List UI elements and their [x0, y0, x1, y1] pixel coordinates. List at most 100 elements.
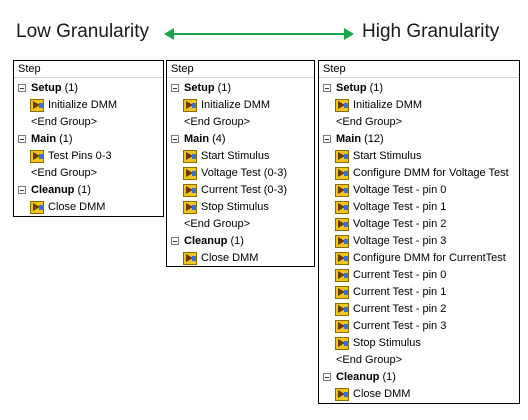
group-row-setup[interactable]: Setup (1): [14, 80, 163, 97]
end-group-row[interactable]: <End Group>: [319, 114, 519, 131]
step-row[interactable]: Test Pins 0-3: [14, 148, 163, 165]
step-label: Close DMM: [48, 201, 106, 213]
step-row[interactable]: Start Stimulus: [167, 148, 314, 165]
action-step-icon: [183, 252, 197, 265]
step-label: Current Test - pin 1: [353, 286, 447, 298]
action-step-icon: [183, 167, 197, 180]
end-group-label: <End Group>: [336, 116, 403, 128]
step-row[interactable]: Voltage Test (0-3): [167, 165, 314, 182]
step-label: Close DMM: [201, 252, 259, 264]
step-column-header[interactable]: Step: [167, 61, 314, 78]
group-count: (4): [212, 133, 226, 145]
end-group-row[interactable]: <End Group>: [14, 165, 163, 182]
step-row[interactable]: Voltage Test - pin 1: [319, 199, 519, 216]
collapse-toggle-icon[interactable]: [323, 135, 331, 143]
step-label: Current Test - pin 3: [353, 320, 447, 332]
action-step-icon: [30, 99, 44, 112]
action-step-icon: [30, 201, 44, 214]
step-panel-medium: Step Setup (1) Initialize DMM <End Group> M…: [166, 60, 315, 267]
step-label: Initialize DMM: [48, 99, 118, 111]
step-row[interactable]: Voltage Test - pin 2: [319, 216, 519, 233]
step-label: Voltage Test - pin 2: [353, 218, 447, 230]
collapse-toggle-icon[interactable]: [323, 84, 331, 92]
group-name: Cleanup: [336, 371, 380, 383]
step-label: Current Test - pin 0: [353, 269, 447, 281]
step-tree: Setup (1) Initialize DMM <End Group> Main (…: [14, 78, 163, 216]
group-row-main[interactable]: Main (1): [14, 131, 163, 148]
group-count: (1): [382, 371, 396, 383]
step-row[interactable]: Current Test - pin 2: [319, 301, 519, 318]
step-label: Voltage Test - pin 0: [353, 184, 447, 196]
step-label: Stop Stimulus: [353, 337, 421, 349]
step-tree: Setup (1) Initialize DMM <End Group> Main (…: [319, 78, 519, 403]
step-column-header[interactable]: Step: [14, 61, 163, 78]
group-name: Main: [336, 133, 362, 145]
group-count: (1): [369, 82, 384, 94]
step-row[interactable]: Stop Stimulus: [319, 335, 519, 352]
group-name: Setup: [336, 82, 367, 94]
step-row[interactable]: Current Test - pin 0: [319, 267, 519, 284]
end-group-row[interactable]: <End Group>: [319, 352, 519, 369]
step-row[interactable]: Voltage Test - pin 0: [319, 182, 519, 199]
action-step-icon: [183, 150, 197, 163]
collapse-toggle-icon[interactable]: [18, 186, 26, 194]
step-row[interactable]: Close DMM: [14, 199, 163, 216]
group-count: (1): [230, 235, 244, 247]
group-row-main[interactable]: Main (12): [319, 131, 519, 148]
collapse-toggle-icon[interactable]: [323, 373, 331, 381]
step-row[interactable]: Voltage Test - pin 3: [319, 233, 519, 250]
step-row[interactable]: Initialize DMM: [319, 97, 519, 114]
step-row[interactable]: Current Test - pin 1: [319, 284, 519, 301]
step-row[interactable]: Current Test (0-3): [167, 182, 314, 199]
group-name: Setup: [31, 82, 62, 94]
step-label: Current Test - pin 2: [353, 303, 447, 315]
group-count: (12): [364, 133, 384, 145]
collapse-toggle-icon[interactable]: [171, 237, 179, 245]
group-row-setup[interactable]: Setup (1): [167, 80, 314, 97]
action-step-icon: [335, 320, 349, 333]
action-step-icon: [335, 252, 349, 265]
end-group-row[interactable]: <End Group>: [14, 114, 163, 131]
low-granularity-title: Low Granularity: [16, 21, 150, 42]
step-label: Current Test (0-3): [201, 184, 287, 196]
step-column-header[interactable]: Step: [319, 61, 519, 78]
step-row[interactable]: Stop Stimulus: [167, 199, 314, 216]
high-granularity-title: High Granularity: [362, 21, 500, 42]
step-panel-low: Step Setup (1) Initialize DMM <End Group> M…: [13, 60, 164, 217]
group-name: Main: [184, 133, 210, 145]
group-row-cleanup[interactable]: Cleanup (1): [167, 233, 314, 250]
double-arrow-icon: [164, 28, 354, 40]
group-label: Cleanup (1): [336, 369, 396, 386]
group-count: (1): [77, 184, 91, 196]
end-group-label: <End Group>: [31, 167, 98, 179]
collapse-toggle-icon[interactable]: [171, 135, 179, 143]
step-row[interactable]: Close DMM: [319, 386, 519, 403]
step-row[interactable]: Configure DMM for Voltage Test: [319, 165, 519, 182]
step-row[interactable]: Current Test - pin 3: [319, 318, 519, 335]
group-row-cleanup[interactable]: Cleanup (1): [14, 182, 163, 199]
action-step-icon: [335, 388, 349, 401]
end-group-label: <End Group>: [336, 354, 403, 366]
action-step-icon: [335, 167, 349, 180]
collapse-toggle-icon[interactable]: [18, 84, 26, 92]
group-row-setup[interactable]: Setup (1): [319, 80, 519, 97]
step-row[interactable]: Initialize DMM: [167, 97, 314, 114]
group-label: Setup (1): [184, 80, 231, 97]
end-group-row[interactable]: <End Group>: [167, 114, 314, 131]
group-row-main[interactable]: Main (4): [167, 131, 314, 148]
step-label: Initialize DMM: [353, 99, 423, 111]
step-label: Configure DMM for Voltage Test: [353, 167, 509, 179]
group-label: Cleanup (1): [184, 233, 244, 250]
group-name: Main: [31, 133, 57, 145]
step-row[interactable]: Start Stimulus: [319, 148, 519, 165]
step-label: Stop Stimulus: [201, 201, 269, 213]
step-row[interactable]: Initialize DMM: [14, 97, 163, 114]
collapse-toggle-icon[interactable]: [171, 84, 179, 92]
end-group-row[interactable]: <End Group>: [167, 216, 314, 233]
action-step-icon: [335, 150, 349, 163]
group-name: Cleanup: [184, 235, 228, 247]
group-row-cleanup[interactable]: Cleanup (1): [319, 369, 519, 386]
collapse-toggle-icon[interactable]: [18, 135, 26, 143]
step-row[interactable]: Close DMM: [167, 250, 314, 267]
step-row[interactable]: Configure DMM for CurrentTest: [319, 250, 519, 267]
